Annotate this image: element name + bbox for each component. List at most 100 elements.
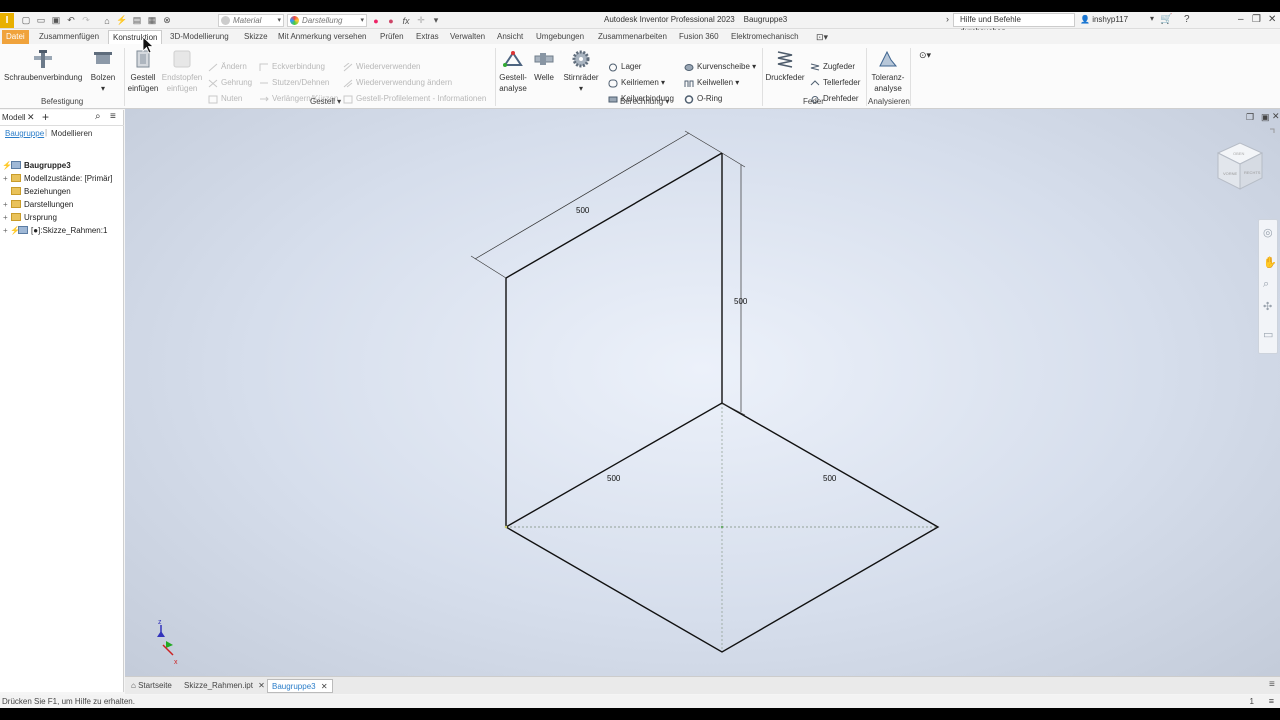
toleranzanalyse-button[interactable]: Toleranz- analyse xyxy=(868,48,908,94)
new-file-icon[interactable]: ▢ xyxy=(20,15,32,27)
expand-icon[interactable]: + xyxy=(3,198,8,211)
undo-icon[interactable]: ↶ xyxy=(65,15,77,27)
dimension-text[interactable]: 500 xyxy=(576,206,590,215)
schraubenverbindung-button[interactable]: Schraubenverbindung xyxy=(4,48,82,83)
profilelement-info-button[interactable]: Gestell-Profilelement - Informationen xyxy=(343,93,486,105)
material-combo[interactable]: Material ▾ xyxy=(218,14,284,27)
o-ring-button[interactable]: O-Ring xyxy=(684,93,722,105)
doc-tab-baugruppe3[interactable]: Baugruppe3 ✕ xyxy=(267,679,333,693)
status-menu-icon[interactable]: ≡ xyxy=(1269,695,1274,708)
close-icon[interactable]: ✕ xyxy=(321,682,328,691)
expand-icon[interactable]: + xyxy=(3,224,8,237)
wiederverwendung-aendern-button[interactable]: Wiederverwendung ändern xyxy=(343,77,452,89)
user-menu-chevron-icon[interactable]: ▾ xyxy=(1150,14,1154,23)
tab-elektromechanisch[interactable]: Elektromechanisch xyxy=(727,30,803,44)
look-at-icon[interactable]: ▭ xyxy=(1263,328,1273,341)
parameters-icon[interactable]: fx xyxy=(400,15,412,27)
add-panel-icon[interactable]: + xyxy=(42,110,49,124)
home-view-icon[interactable] xyxy=(1270,128,1275,133)
select-icon[interactable]: ▤ xyxy=(131,15,143,27)
tab-fusion360[interactable]: Fusion 360 xyxy=(675,30,723,44)
kurvenscheibe-button[interactable]: Kurvenscheibe ▾ xyxy=(684,61,756,73)
pan-icon[interactable]: ✋ xyxy=(1263,256,1277,269)
wiederverwenden-button[interactable]: Wiederverwenden xyxy=(343,61,420,73)
user-account[interactable]: 👤 inshyp117 xyxy=(1080,15,1128,24)
tab-verwalten[interactable]: Verwalten xyxy=(446,30,489,44)
sketch-canvas[interactable]: 500 500 500 500 VORNE RECHTS OBEN z x xyxy=(125,109,1280,686)
zoom-icon[interactable]: ⌕ xyxy=(1263,278,1269,291)
gehrung-button[interactable]: Gehrung xyxy=(208,77,252,89)
expand-icon[interactable]: + xyxy=(3,211,8,224)
close-icon[interactable]: ✕ xyxy=(27,112,35,123)
endstopfen-button[interactable]: Endstopfen einfügen xyxy=(161,48,203,94)
tab-list-menu-icon[interactable]: ≡ xyxy=(1269,679,1275,690)
update-icon[interactable]: ⚡ xyxy=(116,15,128,27)
sketch-line-top[interactable] xyxy=(505,152,723,279)
keilriemen-button[interactable]: Keilriemen ▾ xyxy=(608,77,665,89)
welle-button[interactable]: Welle xyxy=(531,48,557,83)
druckfeder-button[interactable]: Druckfeder xyxy=(764,48,806,83)
aendern-button[interactable]: Ändern xyxy=(208,61,247,73)
properties-icon[interactable]: ▦ xyxy=(146,15,158,27)
keilwellen-button[interactable]: Keilwellen ▾ xyxy=(684,77,739,89)
tab-konstruktion[interactable]: Konstruktion xyxy=(108,30,163,44)
close-material-icon[interactable]: ⊗ xyxy=(161,15,173,27)
clear-override-icon[interactable]: ● xyxy=(385,15,397,27)
viewport-tile-icon[interactable]: ❐ xyxy=(1246,112,1254,123)
stutzen-dehnen-button[interactable]: Stutzen/Dehnen xyxy=(259,77,329,89)
tab-extras[interactable]: Extras xyxy=(412,30,443,44)
add-icon[interactable]: ✛ xyxy=(415,15,427,27)
gestellanalyse-button[interactable]: Gestell- analyse xyxy=(497,48,529,94)
menu-icon[interactable]: ≡ xyxy=(110,111,116,122)
doc-tab-startseite[interactable]: ⌂ Startseite xyxy=(127,679,176,693)
tab-pruefen[interactable]: Prüfen xyxy=(376,30,408,44)
dimension-text[interactable]: 500 xyxy=(607,474,621,483)
tab-modellieren[interactable]: Modellieren xyxy=(51,129,92,138)
save-icon[interactable]: ▣ xyxy=(50,15,62,27)
browser-title[interactable]: Modell xyxy=(2,113,26,122)
ribbon-options-icon[interactable]: ⊙▾ xyxy=(914,50,936,61)
tab-ansicht[interactable]: Ansicht xyxy=(493,30,527,44)
redo-icon[interactable]: ↷ xyxy=(80,15,92,27)
graphics-viewport[interactable]: 500 500 500 500 VORNE RECHTS OBEN z x ❐ … xyxy=(125,109,1280,686)
inventor-logo-icon[interactable]: I xyxy=(0,13,14,28)
open-file-icon[interactable]: ▭ xyxy=(35,15,47,27)
nuten-button[interactable]: Nuten xyxy=(208,93,242,105)
appearance-combo[interactable]: Darstellung ▾ xyxy=(287,14,367,27)
tab-3d-modellierung[interactable]: 3D-Modellierung xyxy=(166,30,233,44)
eckverbindung-button[interactable]: Eckverbindung xyxy=(259,61,325,73)
orbit-icon[interactable]: ✣ xyxy=(1263,300,1272,313)
help-search-input[interactable]: Hilfe und Befehle durchsuchen... xyxy=(953,13,1075,36)
dimension-text[interactable]: 500 xyxy=(823,474,837,483)
viewport-close-icon[interactable]: ✕ xyxy=(1272,111,1280,122)
gestell-einfuegen-button[interactable]: Gestell einfügen xyxy=(126,48,160,94)
tab-baugruppe[interactable]: Baugruppe xyxy=(5,129,44,138)
expand-icon[interactable]: + xyxy=(3,172,8,185)
tab-overflow-icon[interactable]: ⊡▾ xyxy=(812,30,832,44)
bolzen-button[interactable]: Bolzen ▾ xyxy=(88,48,118,94)
search-expand-icon[interactable]: › xyxy=(946,14,949,24)
zugfeder-button[interactable]: Zugfeder xyxy=(810,61,855,73)
tab-skizze[interactable]: Skizze xyxy=(240,30,272,44)
tab-datei[interactable]: Datei xyxy=(2,30,29,44)
cart-icon[interactable]: 🛒 xyxy=(1160,14,1172,25)
tab-zusammenfuegen[interactable]: Zusammenfügen xyxy=(35,30,103,44)
sketch-point[interactable] xyxy=(504,525,508,529)
viewport-maximize-icon[interactable]: ▣ xyxy=(1261,112,1270,123)
help-icon[interactable]: ? xyxy=(1184,14,1190,25)
tab-umgebungen[interactable]: Umgebungen xyxy=(532,30,588,44)
stirnraeder-button[interactable]: Stirnräder ▾ xyxy=(561,48,601,94)
tab-anmerkung[interactable]: Mit Anmerkung versehen xyxy=(274,30,371,44)
search-icon[interactable]: ⌕ xyxy=(95,111,101,122)
chevron-down-icon[interactable]: ▾ xyxy=(337,97,341,106)
lager-button[interactable]: Lager xyxy=(608,61,641,73)
customize-chevron-icon[interactable]: ▾ xyxy=(430,15,442,27)
restore-icon[interactable]: ❐ xyxy=(1252,14,1261,25)
close-icon[interactable]: ✕ xyxy=(258,681,265,690)
minimize-icon[interactable]: – xyxy=(1238,14,1244,25)
tellerfeder-button[interactable]: Tellerfeder xyxy=(810,77,860,89)
doc-tab-skizze-rahmen[interactable]: Skizze_Rahmen.ipt ✕ xyxy=(180,679,269,693)
chevron-down-icon[interactable]: ▾ xyxy=(665,97,669,106)
home-icon[interactable]: ⌂ xyxy=(101,15,113,27)
color-override-icon[interactable]: ● xyxy=(370,15,382,27)
